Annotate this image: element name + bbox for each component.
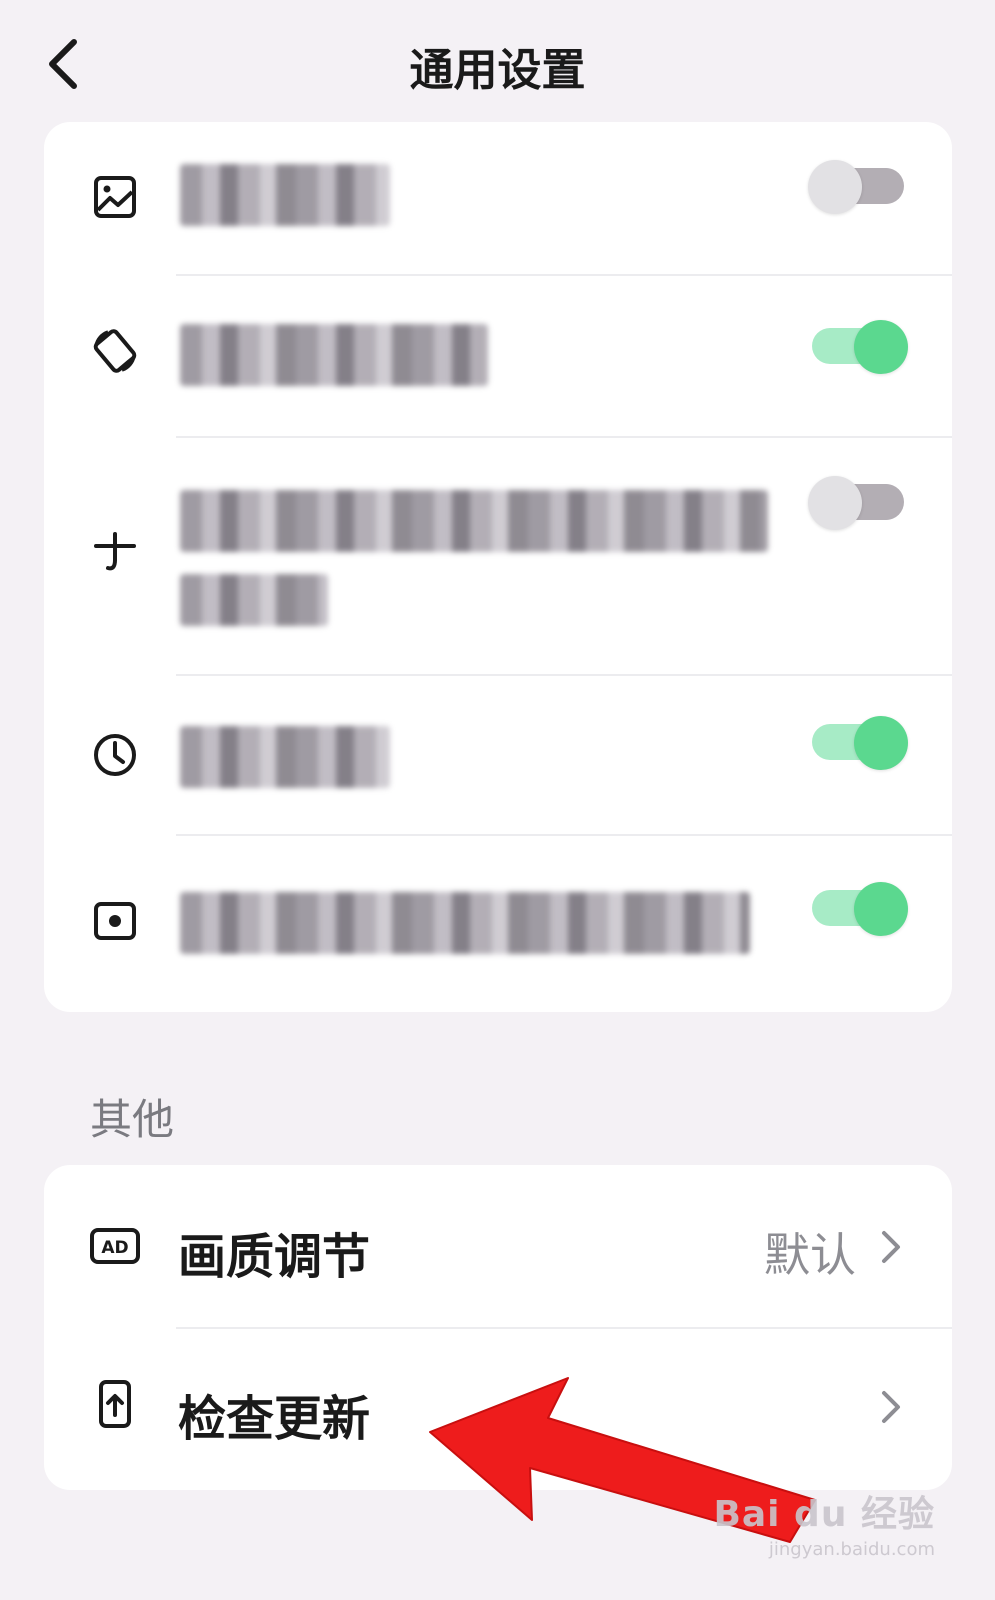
toggle-knob — [854, 716, 908, 770]
header: 通用设置 — [0, 0, 995, 130]
ad-icon: AD — [90, 1228, 140, 1264]
setting-label-pixelated — [180, 324, 488, 386]
setting-label-pixelated — [180, 164, 390, 226]
setting-toggle-5[interactable] — [808, 878, 908, 938]
setting-toggle-1[interactable] — [808, 156, 908, 216]
chevron-right-icon — [882, 1391, 900, 1423]
picture-quality-value: 默认 — [764, 1228, 856, 1282]
setting-label-pixelated — [180, 892, 750, 954]
toggle-knob — [808, 160, 862, 214]
svg-text:AD: AD — [101, 1238, 128, 1258]
setting-row-1[interactable] — [44, 122, 952, 274]
watermark-logo: Bai du 经验 — [713, 1494, 935, 1535]
setting-toggle-3[interactable] — [808, 472, 908, 532]
check-update-label: 检查更新 — [178, 1391, 371, 1447]
setting-toggle-2[interactable] — [808, 316, 908, 376]
setting-label-pixelated — [180, 490, 768, 552]
picture-quality-label: 画质调节 — [178, 1229, 371, 1285]
shortcut-icon — [94, 532, 136, 571]
screen-record-icon — [94, 902, 136, 940]
toggle-knob — [808, 476, 862, 530]
setting-label-pixelated-line2 — [180, 574, 328, 626]
setting-row-5[interactable] — [44, 836, 952, 1012]
general-settings-page: 通用设置 其他 AD 画质调节 默认 检查更新 Bai du 经验 jingya… — [0, 0, 995, 1600]
list-item-picture-quality[interactable]: AD 画质调节 默认 — [44, 1165, 952, 1327]
toggle-knob — [854, 882, 908, 936]
setting-toggle-4[interactable] — [808, 712, 908, 772]
setting-label-pixelated — [180, 726, 390, 788]
setting-row-4[interactable] — [44, 676, 952, 836]
watermark: Bai du 经验 jingyan.baidu.com — [713, 1485, 935, 1560]
image-icon — [94, 176, 136, 218]
phone-update-icon — [99, 1380, 131, 1428]
clock-icon — [94, 734, 136, 776]
page-title: 通用设置 — [409, 45, 586, 96]
setting-row-3[interactable] — [44, 438, 952, 676]
watermark-url: jingyan.baidu.com — [768, 1539, 935, 1560]
toggle-knob — [854, 320, 908, 374]
settings-card — [44, 122, 952, 1012]
chevron-right-icon — [882, 1231, 900, 1263]
rotate-screen-icon — [93, 329, 137, 373]
section-label-other: 其他 — [90, 1095, 175, 1144]
setting-row-2[interactable] — [44, 276, 952, 438]
